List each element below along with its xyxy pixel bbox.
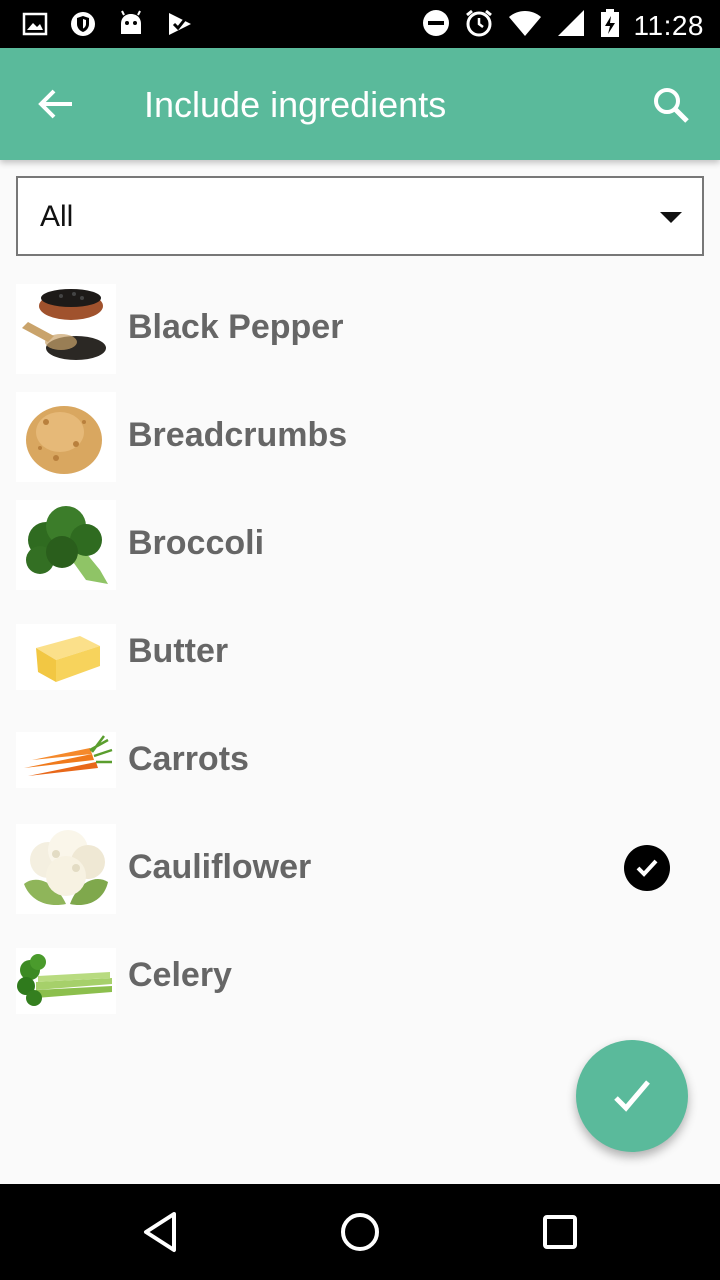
ingredient-label: Breadcrumbs <box>128 416 348 454</box>
category-dropdown[interactable]: All <box>16 176 704 256</box>
back-triangle-icon <box>144 1212 176 1252</box>
recents-square-icon <box>543 1215 577 1249</box>
celery-thumbnail <box>16 948 116 1014</box>
ingredient-row-cauliflower[interactable]: Cauliflower <box>0 814 720 922</box>
ingredient-label: Broccoli <box>128 524 265 562</box>
ingredient-row-breadcrumbs[interactable]: Breadcrumbs <box>0 382 720 490</box>
signal-icon <box>556 9 586 42</box>
check-icon <box>614 1080 650 1112</box>
page-title: Include ingredients <box>144 84 447 125</box>
checkmark-app-icon <box>166 10 194 43</box>
ingredient-row-carrots[interactable]: Carrots <box>0 706 720 814</box>
shield-icon <box>70 10 96 43</box>
search-icon <box>654 88 689 123</box>
image-icon <box>22 11 48 42</box>
ingredient-row-broccoli[interactable]: Broccoli <box>0 490 720 598</box>
nav-home-button[interactable] <box>336 1208 384 1256</box>
checked-icon[interactable] <box>624 845 670 891</box>
nav-recents-button[interactable] <box>536 1208 584 1256</box>
clock: 11:28 <box>633 9 704 41</box>
wifi-icon <box>508 9 542 42</box>
cauliflower-thumbnail <box>16 824 116 914</box>
carrots-thumbnail <box>16 732 116 788</box>
arrow-back-icon <box>38 89 72 119</box>
app-bar: Include ingredients <box>0 48 720 160</box>
ingredient-label: Carrots <box>128 740 249 778</box>
ingredient-label: Celery <box>128 956 232 994</box>
ingredient-list: Black Pepper Breadcrumbs Broccoli Butter… <box>0 274 720 1030</box>
breadcrumbs-thumbnail <box>16 392 116 482</box>
butter-thumbnail <box>16 624 116 690</box>
dropdown-arrow-icon <box>660 212 682 223</box>
ingredient-label: Butter <box>128 632 229 670</box>
battery-charging-icon <box>600 8 620 43</box>
ingredient-row-black-pepper[interactable]: Black Pepper <box>0 274 720 382</box>
ingredient-row-celery[interactable]: Celery <box>0 922 720 1030</box>
ingredient-label: Black Pepper <box>128 308 344 346</box>
alarm-icon <box>464 8 494 43</box>
back-button[interactable] <box>30 82 82 126</box>
dnd-icon <box>422 9 450 42</box>
android-icon <box>118 10 144 43</box>
broccoli-thumbnail <box>16 500 116 590</box>
nav-back-button[interactable] <box>136 1208 184 1256</box>
status-bar: 11:28 <box>0 0 720 48</box>
confirm-fab[interactable] <box>576 1040 688 1152</box>
ingredient-row-butter[interactable]: Butter <box>0 598 720 706</box>
search-button[interactable] <box>646 82 696 128</box>
home-circle-icon <box>341 1213 379 1251</box>
black-pepper-thumbnail <box>16 284 116 374</box>
ingredient-label: Cauliflower <box>128 848 312 886</box>
dropdown-value: All <box>40 200 74 233</box>
navigation-bar <box>0 1184 720 1280</box>
